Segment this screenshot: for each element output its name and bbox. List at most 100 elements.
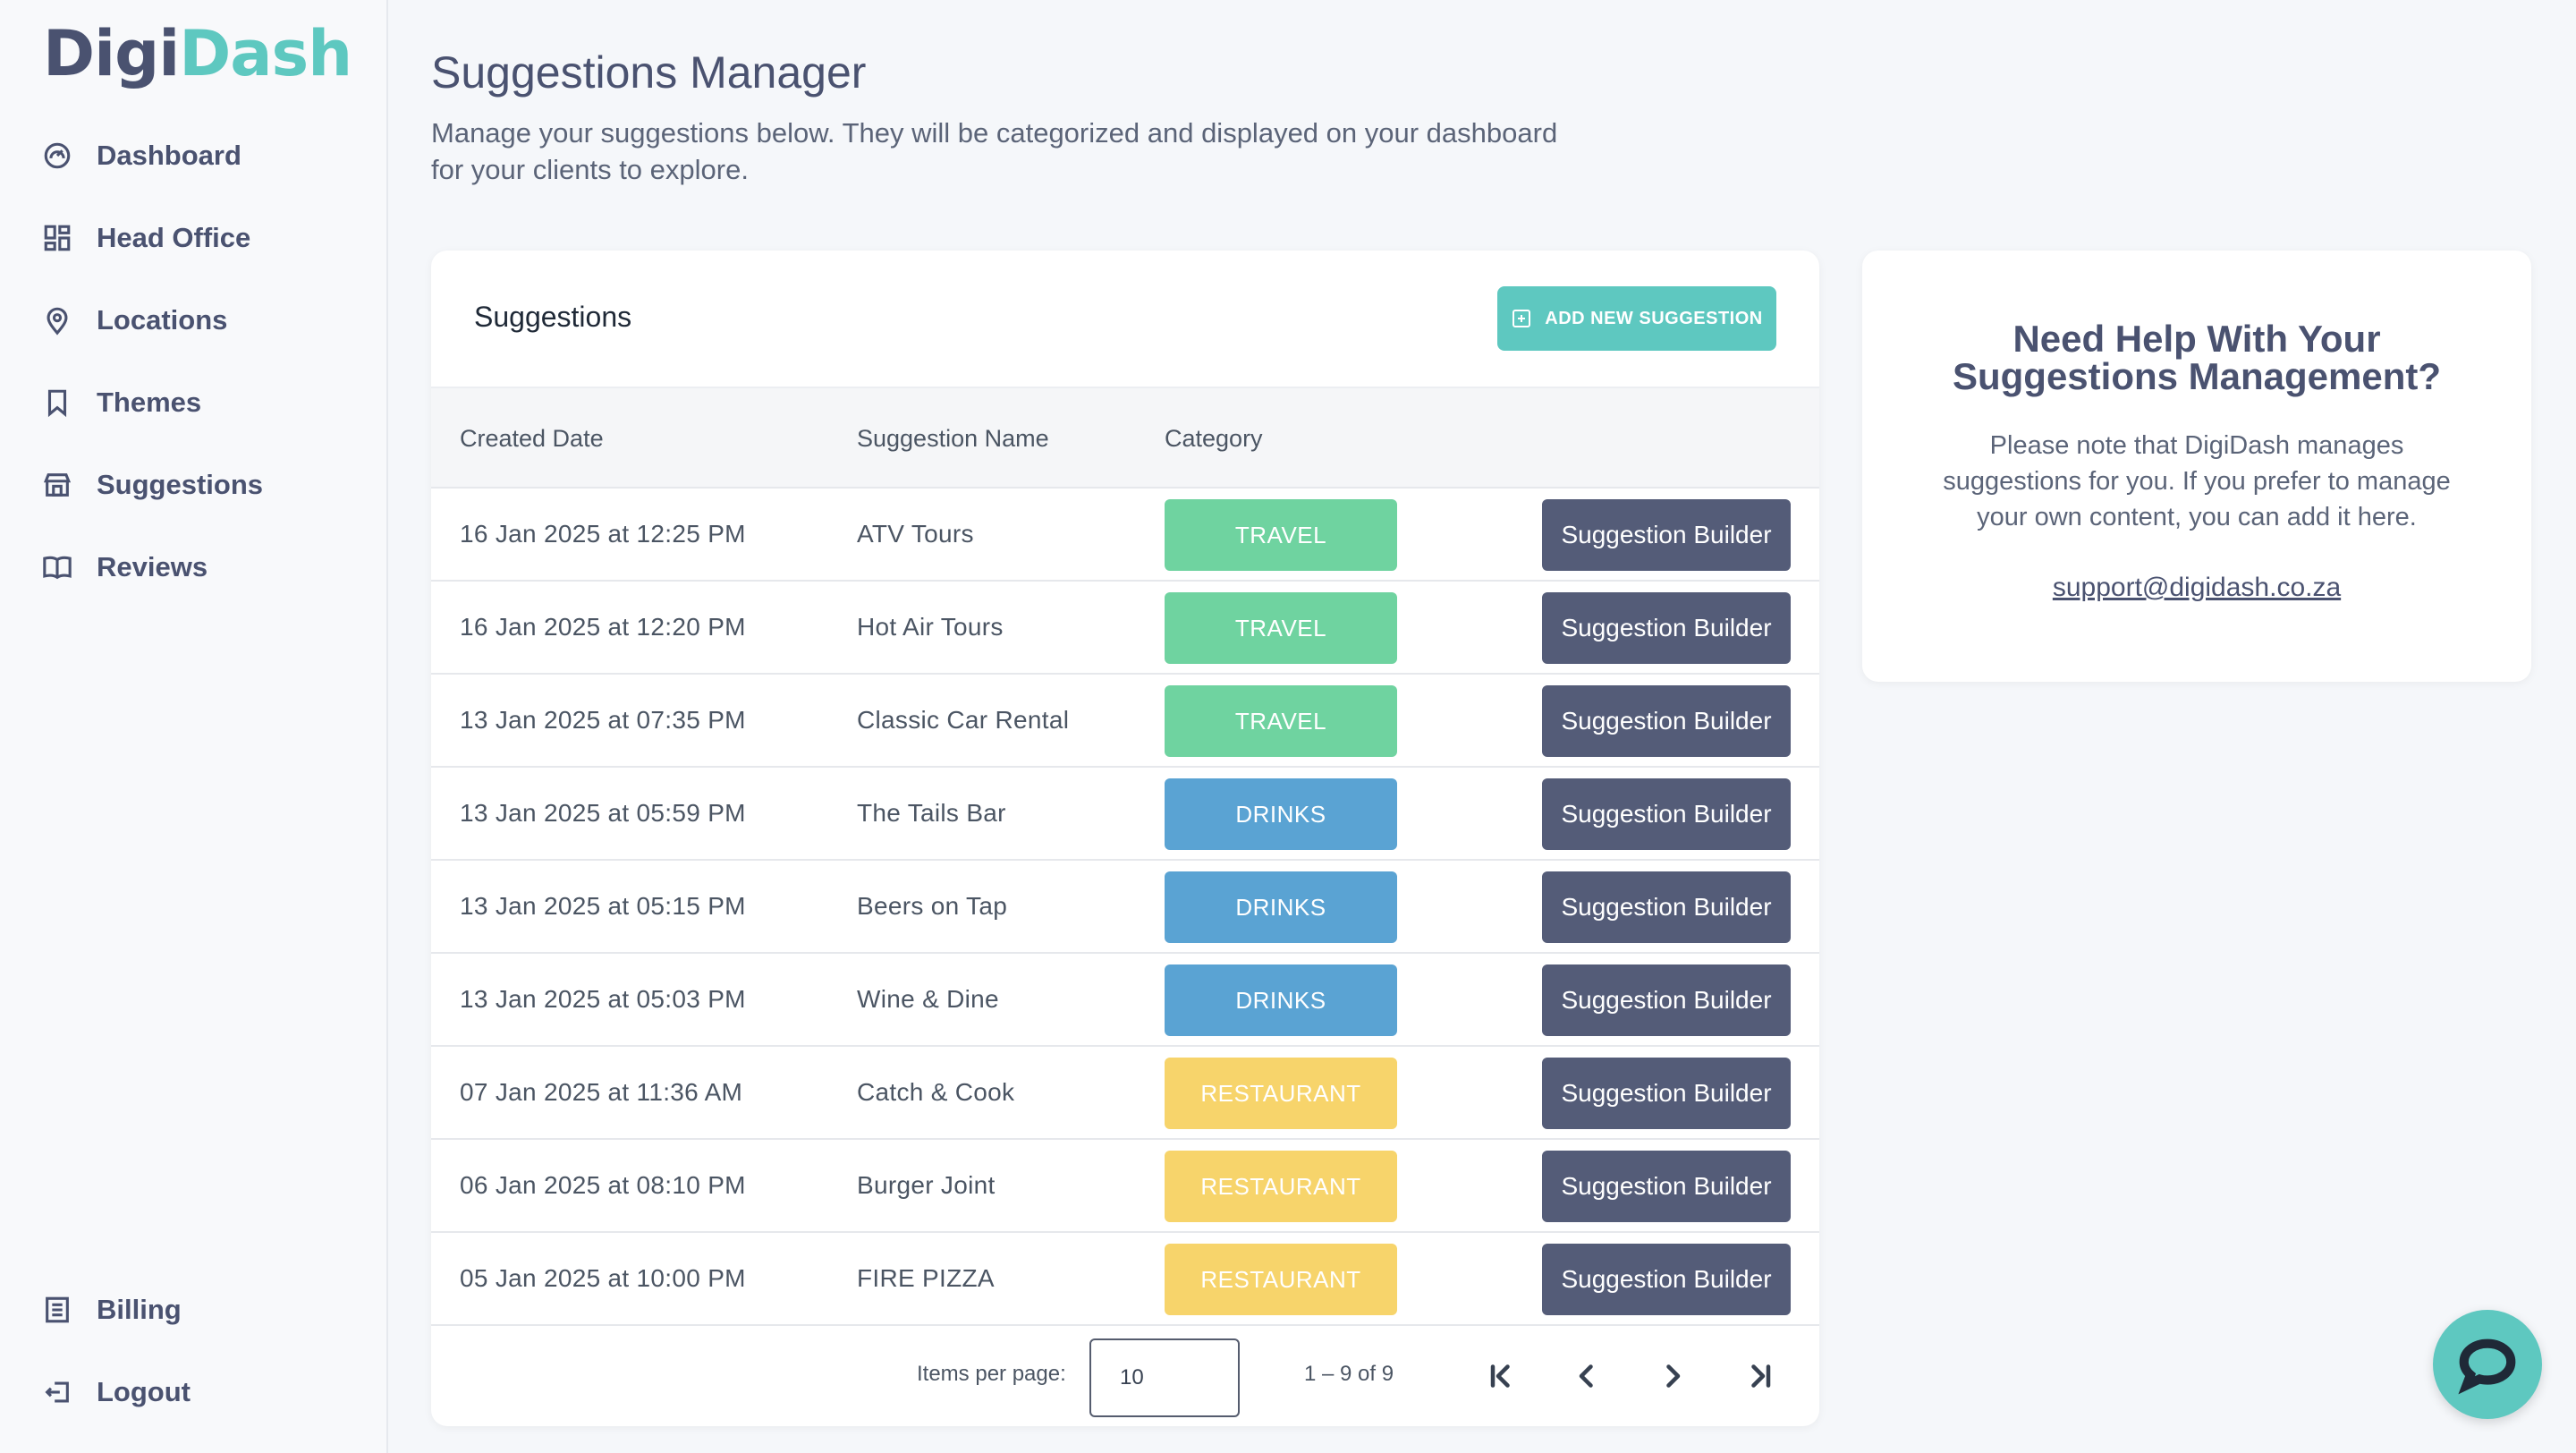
sidebar-item-label: Locations (97, 304, 228, 336)
created-date-cell: 13 Jan 2025 at 05:59 PM (460, 799, 746, 827)
sidebar-item-locations[interactable]: Locations (41, 293, 227, 347)
table-row: 13 Jan 2025 at 07:35 PM Classic Car Renta… (431, 675, 1819, 768)
column-created-date[interactable]: Created Date (460, 388, 604, 489)
suggestion-name-cell: Burger Joint (857, 1171, 996, 1199)
suggestion-builder-button[interactable]: Suggestion Builder (1542, 964, 1791, 1036)
suggestion-builder-button[interactable]: Suggestion Builder (1542, 871, 1791, 943)
suggestion-name-cell: ATV Tours (857, 520, 974, 548)
page-title: Suggestions Manager (431, 47, 867, 98)
suggestion-name-cell: The Tails Bar (857, 799, 1006, 827)
suggestion-builder-button[interactable]: Suggestion Builder (1542, 685, 1791, 757)
table-row: 16 Jan 2025 at 12:25 PM ATV Tours TRAVEL Su… (431, 489, 1819, 582)
items-per-page-label: Items per page: (917, 1362, 1066, 1386)
column-category[interactable]: Category (1165, 388, 1263, 489)
suggestion-name-cell: Classic Car Rental (857, 706, 1070, 734)
first-page-icon (1490, 1364, 1510, 1388)
first-page-button[interactable] (1478, 1353, 1524, 1399)
logo-text-digi: Digi (43, 17, 180, 90)
chevron-left-icon (1579, 1364, 1593, 1388)
table-body: 16 Jan 2025 at 12:25 PM ATV Tours TRAVEL Su… (431, 489, 1819, 1326)
created-date-cell: 06 Jan 2025 at 08:10 PM (460, 1171, 746, 1199)
plus-square-icon (1513, 310, 1531, 327)
category-badge: RESTAURANT (1165, 1151, 1397, 1222)
suggestion-name-cell: Wine & Dine (857, 985, 999, 1013)
sidebar-item-suggestions[interactable]: Suggestions (41, 458, 263, 512)
category-badge: DRINKS (1165, 964, 1397, 1036)
items-per-page-select[interactable]: 10 (1089, 1338, 1240, 1417)
sidebar-item-label: Logout (97, 1376, 191, 1407)
created-date-cell: 13 Jan 2025 at 05:15 PM (460, 892, 746, 920)
page-description: Manage your suggestions below. They will… (431, 117, 1558, 185)
receipt-icon (41, 1294, 73, 1326)
suggestion-builder-button[interactable]: Suggestion Builder (1542, 592, 1791, 664)
sidebar-item-label: Billing (97, 1294, 182, 1325)
sidebar-item-label: Dashboard (97, 140, 242, 171)
suggestion-builder-button[interactable]: Suggestion Builder (1542, 1058, 1791, 1129)
category-badge: RESTAURANT (1165, 1058, 1397, 1129)
suggestions-card: Suggestions ADD NEW SUGGESTION Created D… (431, 251, 1819, 1426)
sidebar-item-label: Themes (97, 387, 202, 418)
dashboard-gauge-icon (41, 140, 73, 172)
sidebar-item-billing[interactable]: Billing (41, 1283, 182, 1337)
logo-text-dash: Dash (179, 17, 352, 90)
table-row: 13 Jan 2025 at 05:15 PM Beers on Tap DRINK… (431, 861, 1819, 954)
sidebar-item-head-office[interactable]: Head Office (41, 211, 250, 265)
table-row: 13 Jan 2025 at 05:03 PM Wine & Dine DRINKS… (431, 954, 1819, 1047)
chat-widget-button[interactable] (2433, 1310, 2542, 1419)
category-badge: RESTAURANT (1165, 1244, 1397, 1315)
logout-icon (41, 1376, 73, 1408)
created-date-cell: 13 Jan 2025 at 07:35 PM (460, 706, 746, 734)
sidebar: Digi Dash Dashboard Head Office Locations… (0, 0, 388, 1453)
suggestion-name-cell: Beers on Tap (857, 892, 1008, 920)
category-badge: DRINKS (1165, 871, 1397, 943)
sidebar-item-reviews[interactable]: Reviews (41, 540, 208, 594)
suggestion-builder-button[interactable]: Suggestion Builder (1542, 1244, 1791, 1315)
location-pin-icon (41, 304, 73, 336)
support-email-link[interactable]: support@digidash.co.za (1862, 573, 2531, 603)
help-title: Need Help With Your Suggestions Manageme… (1952, 318, 2442, 397)
sidebar-item-logout[interactable]: Logout (41, 1365, 191, 1419)
previous-page-button[interactable] (1563, 1353, 1610, 1399)
sidebar-item-label: Reviews (97, 551, 208, 582)
table-row: 13 Jan 2025 at 05:59 PM The Tails Bar DRIN… (431, 768, 1819, 861)
grid-icon (41, 222, 73, 254)
add-button-label: ADD NEW SUGGESTION (1545, 308, 1763, 328)
created-date-cell: 05 Jan 2025 at 10:00 PM (460, 1264, 746, 1292)
book-icon (41, 551, 73, 583)
suggestion-builder-button[interactable]: Suggestion Builder (1542, 1151, 1791, 1222)
last-page-icon (1751, 1364, 1771, 1388)
add-new-suggestion-button[interactable]: ADD NEW SUGGESTION (1497, 286, 1776, 351)
sidebar-item-label: Suggestions (97, 469, 264, 500)
category-badge: TRAVEL (1165, 685, 1397, 757)
table-row: 05 Jan 2025 at 10:00 PM FIRE PIZZA RESTAUR… (431, 1233, 1819, 1326)
created-date-cell: 13 Jan 2025 at 05:03 PM (460, 985, 746, 1013)
suggestion-name-cell: Catch & Cook (857, 1078, 1015, 1106)
table-header: Created Date Suggestion Name Category (431, 387, 1819, 489)
sidebar-item-themes[interactable]: Themes (41, 376, 201, 429)
digidash-logo[interactable]: Digi Dash (43, 17, 352, 90)
category-badge: DRINKS (1165, 778, 1397, 850)
created-date-cell: 16 Jan 2025 at 12:20 PM (460, 613, 746, 641)
column-suggestion-name[interactable]: Suggestion Name (857, 388, 1049, 489)
store-icon (41, 469, 73, 501)
category-badge: TRAVEL (1165, 592, 1397, 664)
last-page-button[interactable] (1737, 1353, 1784, 1399)
table-row: 06 Jan 2025 at 08:10 PM Burger Joint RESTA… (431, 1140, 1819, 1233)
category-badge: TRAVEL (1165, 499, 1397, 571)
paginator: Items per page: 10 1 – 9 of 9 (431, 1326, 1819, 1426)
sidebar-item-dashboard[interactable]: Dashboard (41, 129, 242, 183)
chevron-right-icon (1666, 1364, 1681, 1388)
page-range-label: 1 – 9 of 9 (1304, 1362, 1394, 1386)
next-page-button[interactable] (1649, 1353, 1696, 1399)
help-card: Need Help With Your Suggestions Manageme… (1862, 251, 2531, 682)
created-date-cell: 07 Jan 2025 at 11:36 AM (460, 1078, 743, 1106)
help-body: Please note that DigiDash manages sugges… (1943, 431, 2451, 531)
sidebar-item-label: Head Office (97, 222, 251, 253)
suggestion-builder-button[interactable]: Suggestion Builder (1542, 778, 1791, 850)
suggestion-builder-button[interactable]: Suggestion Builder (1542, 499, 1791, 571)
created-date-cell: 16 Jan 2025 at 12:25 PM (460, 520, 746, 548)
suggestion-name-cell: FIRE PIZZA (857, 1264, 995, 1292)
table-row: 16 Jan 2025 at 12:20 PM Hot Air Tours TRAV… (431, 582, 1819, 675)
chat-bubble-icon (2458, 1338, 2516, 1395)
card-title: Suggestions (474, 301, 632, 333)
